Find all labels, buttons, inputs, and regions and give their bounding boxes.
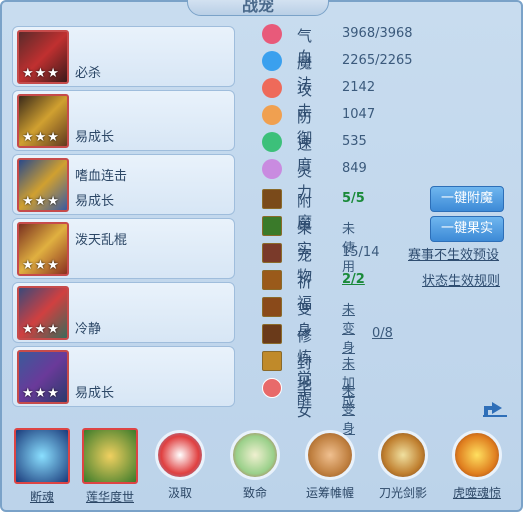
absorb-icon — [155, 430, 205, 480]
tiger-icon — [452, 430, 502, 480]
skill-stars: ★★★ — [22, 66, 60, 81]
pet-panel: 战宠 ★★★ 必杀 ★★★ 易成长 ★★★ 嗜血连击 易成长 ★★★ 泼天乱棍 … — [0, 0, 523, 512]
skill-stars: ★★★ — [22, 386, 60, 401]
bless-icon — [262, 270, 282, 290]
transform-icon — [262, 297, 282, 317]
extra-value[interactable]: 0/8 — [372, 326, 393, 341]
bottom-skill-bar: 断魂 莲华度世 汲取 致命 运筹帷幄 刀光剑影 虎噬魂惊 — [2, 426, 523, 514]
rule-link[interactable]: 状态生效规则 — [422, 270, 500, 289]
soul-break-icon — [14, 428, 70, 484]
one-click-enchant-button[interactable]: 一键附魔 — [430, 186, 504, 212]
bottom-skill-label: 莲华度世 — [85, 490, 134, 504]
extra-value[interactable]: 未变身 — [342, 299, 355, 356]
panel-title: 战宠 — [187, 0, 329, 16]
bottom-skill-7[interactable]: 虎噬魂惊 — [442, 426, 512, 501]
skill-item-6[interactable]: ★★★ 易成长 — [12, 346, 235, 407]
bottom-skill-6[interactable]: 刀光剑影 — [368, 426, 438, 501]
bottom-skill-label: 汲取 — [167, 486, 192, 500]
skill-stars: ★★★ — [22, 258, 60, 273]
skill-stars: ★★★ — [22, 194, 60, 209]
skill-name: 易成长 — [75, 130, 115, 145]
skill-item-5[interactable]: ★★★ 冷静 — [12, 282, 235, 343]
stat-value: 3968/3968 — [342, 26, 413, 41]
orange-gem-icon — [262, 105, 282, 125]
preset-link[interactable]: 赛事不生效预设 — [408, 244, 499, 263]
bottom-skill-label: 运筹帷幄 — [305, 486, 354, 500]
bottom-skill-1[interactable]: 断魂 — [7, 426, 77, 505]
bottom-skill-4[interactable]: 致命 — [220, 426, 290, 501]
skill-name: 泼天乱棍 — [75, 233, 128, 248]
extra-value[interactable]: 2/2 — [342, 272, 365, 287]
child-icon — [262, 378, 282, 398]
bottom-skill-label: 刀光剑影 — [378, 486, 427, 500]
skill-item-3[interactable]: ★★★ 嗜血连击 易成长 — [12, 154, 235, 215]
fief-icon — [262, 351, 282, 371]
extra-value: 5/5 — [342, 191, 365, 206]
pet-icon — [262, 243, 282, 263]
extra-value: 15/14 — [342, 245, 380, 260]
extra-label: 子女 — [297, 381, 313, 420]
bottom-skill-5[interactable]: 运筹帷幄 — [295, 426, 365, 501]
green-gem-icon — [262, 132, 282, 152]
fist-icon — [305, 430, 355, 480]
skill-name-secondary: 易成长 — [75, 194, 115, 209]
stat-value: 2142 — [342, 80, 376, 95]
skill-name: 易成长 — [75, 386, 115, 401]
lotus-icon — [82, 428, 138, 484]
cultivate-icon — [262, 324, 282, 344]
stat-value: 1047 — [342, 107, 376, 122]
skill-name: 必杀 — [75, 66, 102, 81]
heart-gem-icon — [262, 24, 282, 44]
bottom-skill-label: 致命 — [242, 486, 267, 500]
bottom-skill-3[interactable]: 汲取 — [145, 426, 215, 501]
skill-item-4[interactable]: ★★★ 泼天乱棍 — [12, 218, 235, 279]
share-icon[interactable] — [482, 398, 508, 418]
bottom-skill-label: 虎噬魂惊 — [452, 486, 501, 500]
purple-gem-icon — [262, 159, 282, 179]
fruit-icon — [262, 216, 282, 236]
fatal-icon — [230, 430, 280, 480]
stat-value: 849 — [342, 161, 367, 176]
enchant-icon — [262, 189, 282, 209]
blade-light-icon — [378, 430, 428, 480]
bottom-skill-2[interactable]: 莲华度世 — [75, 426, 145, 505]
skill-name: 冷静 — [75, 322, 102, 337]
one-click-fruit-button[interactable]: 一键果实 — [430, 216, 504, 242]
bottom-skill-label: 断魂 — [29, 490, 54, 504]
skill-stars: ★★★ — [22, 322, 60, 337]
red-gem-icon — [262, 78, 282, 98]
stat-value: 535 — [342, 134, 367, 149]
stat-value: 2265/2265 — [342, 53, 413, 68]
skill-name: 嗜血连击 — [75, 169, 128, 184]
skill-item-1[interactable]: ★★★ 必杀 — [12, 26, 235, 87]
skill-item-2[interactable]: ★★★ 易成长 — [12, 90, 235, 151]
skill-stars: ★★★ — [22, 130, 60, 145]
blue-gem-icon — [262, 51, 282, 71]
